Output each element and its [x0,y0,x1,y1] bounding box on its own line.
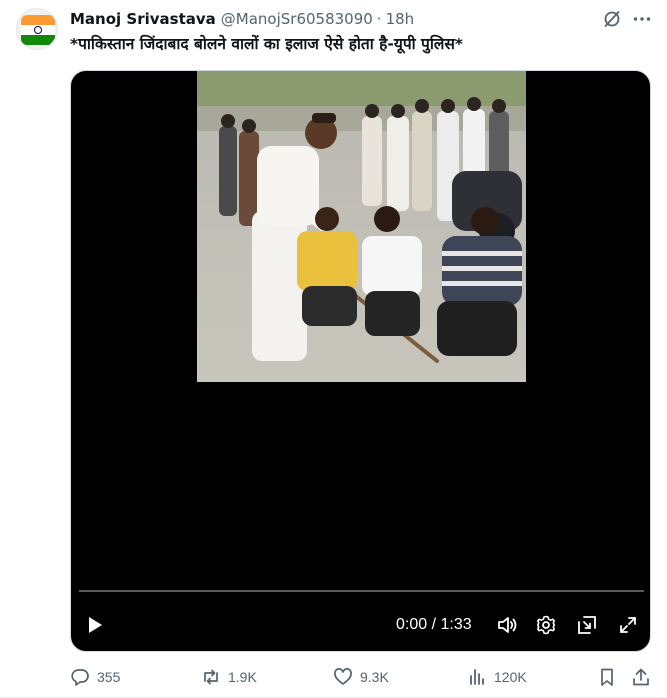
repost-button[interactable]: 1.9K [201,664,257,690]
video-progress-bar[interactable] [79,590,644,592]
repost-count: 1.9K [228,669,257,685]
views-count: 120K [494,669,527,685]
reply-button[interactable]: 355 [70,664,120,690]
reply-icon [71,669,89,686]
volume-icon [498,617,517,633]
video-thumbnail[interactable] [197,71,526,382]
settings-button[interactable] [534,613,558,637]
more-button[interactable] [631,8,653,30]
like-count: 9.3K [360,669,389,685]
more-icon [633,17,651,21]
grok-icon [604,11,620,27]
play-icon [89,617,102,633]
fullscreen-icon [620,617,636,633]
video-player[interactable]: 0:00 / 1:33 [70,70,651,652]
bookmark-button[interactable] [595,664,619,690]
tweet-header: Manoj Srivastava @ManojSr60583090 · 18h [70,8,414,30]
grok-button[interactable] [601,8,623,30]
views-icon [470,669,484,685]
separator-dot: · [376,10,382,28]
tweet[interactable]: Manoj Srivastava @ManojSr60583090 · 18h … [0,0,667,698]
fullscreen-button[interactable] [616,613,640,637]
tweet-text: *पाकिस्तान जिंदाबाद बोलने वालों का इलाज … [70,35,463,53]
play-button[interactable] [83,613,107,637]
volume-button[interactable] [495,613,519,637]
reply-count: 355 [97,669,121,685]
settings-icon [537,615,555,635]
timestamp[interactable]: 18h [386,10,415,28]
repost-icon [204,669,218,685]
video-timecode: 0:00 / 1:33 [396,616,472,633]
share-icon [633,668,649,686]
share-button[interactable] [629,664,653,690]
views-button[interactable]: 120K [467,664,527,690]
like-button[interactable]: 9.3K [333,664,389,690]
author-name[interactable]: Manoj Srivastava [70,10,216,28]
avatar[interactable] [16,8,58,50]
author-handle[interactable]: @ManojSr60583090 [221,10,373,28]
like-icon [334,668,352,685]
bookmark-icon [601,668,613,686]
india-flag-icon [21,15,55,45]
tweet-actions: 355 1.9K 9.3K 120K [70,664,651,690]
pip-icon [578,616,596,634]
pip-button[interactable] [575,613,599,637]
